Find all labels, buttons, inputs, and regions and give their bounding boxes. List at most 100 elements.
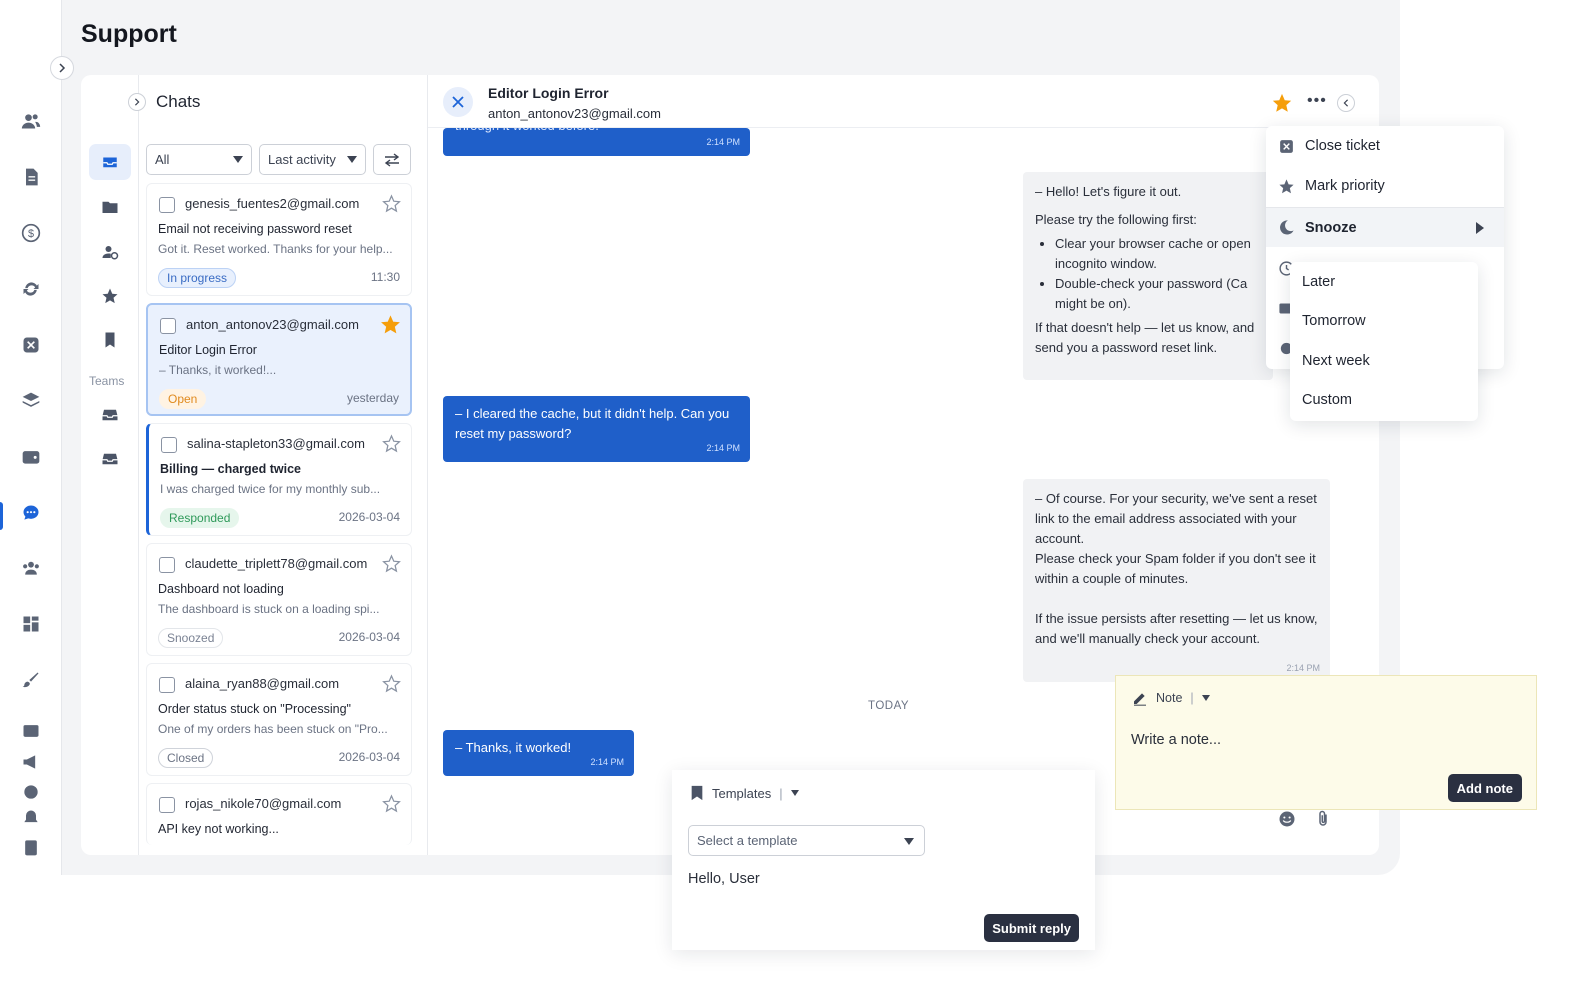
star-outline-icon[interactable] <box>382 194 401 213</box>
wallet-icon[interactable] <box>18 444 44 470</box>
menu-item-label: Snooze <box>1305 219 1357 236</box>
status-badge: In progress <box>158 268 237 288</box>
sort-filter-value: Last activity <box>268 152 336 167</box>
caret-down-icon <box>347 156 357 163</box>
chevron-right-icon <box>134 98 140 106</box>
ear-icon[interactable] <box>18 779 44 805</box>
inbox-icon[interactable] <box>89 144 131 180</box>
star-filled-icon[interactable] <box>381 315 400 334</box>
chat-list-item[interactable]: salina-stapleton33@gmail.com Billing — ch… <box>146 423 412 536</box>
status-badge: Closed <box>158 748 214 768</box>
chat-snippet: The dashboard is stuck on a loading spi.… <box>158 602 380 616</box>
snooze-tomorrow[interactable]: Tomorrow <box>1302 313 1366 329</box>
chat-subject: Dashboard not loading <box>158 582 284 596</box>
chat-list-item[interactable]: alaina_ryan88@gmail.com Order status stuc… <box>146 663 412 776</box>
composer-tools <box>1278 810 1332 828</box>
chat-email: genesis_fuentes2@gmail.com <box>185 196 360 211</box>
star-outline-icon[interactable] <box>382 794 401 813</box>
select-checkbox[interactable] <box>159 557 175 573</box>
select-checkbox[interactable] <box>160 318 176 334</box>
document-icon[interactable] <box>18 164 44 190</box>
close-square-icon <box>1280 139 1293 153</box>
star-outline-icon[interactable] <box>382 554 401 573</box>
menu-item-label: Mark priority <box>1305 178 1385 194</box>
chevron-circle <box>1337 94 1355 112</box>
snooze-next-week[interactable]: Next week <box>1302 353 1370 369</box>
team-inbox-icon[interactable] <box>89 441 131 477</box>
dollar-icon[interactable]: $ <box>18 220 44 246</box>
note-input[interactable]: Write a note... <box>1131 732 1221 748</box>
clipboard-icon[interactable] <box>18 834 44 860</box>
menu-item-close-ticket[interactable]: Close ticket <box>1266 126 1504 166</box>
submit-reply-button[interactable]: Submit reply <box>984 914 1079 942</box>
chat-list-item[interactable]: anton_antonov23@gmail.com Editor Login Er… <box>146 303 412 416</box>
reply-input[interactable]: Hello, User <box>688 871 760 887</box>
emoji-icon[interactable] <box>1278 810 1296 828</box>
assigned-user-icon[interactable] <box>89 234 131 270</box>
dashboard-icon[interactable] <box>18 611 44 637</box>
snooze-submenu: Later Tomorrow Next week Custom <box>1290 262 1478 421</box>
add-note-button[interactable]: Add note <box>1447 774 1522 802</box>
collapse-panel-button[interactable] <box>1337 94 1355 112</box>
select-checkbox[interactable] <box>159 197 175 213</box>
star-outline-icon[interactable] <box>382 434 401 453</box>
select-checkbox[interactable] <box>161 437 177 453</box>
users-icon[interactable] <box>18 108 44 134</box>
chat-list-item[interactable]: claudette_triplett78@gmail.com Dashboard … <box>146 543 412 656</box>
chat-email: rojas_nikole70@gmail.com <box>185 796 342 811</box>
chat-list-item[interactable]: genesis_fuentes2@gmail.com Email not rece… <box>146 183 412 296</box>
attachment-icon[interactable] <box>1314 810 1332 828</box>
teams-label: Teams <box>89 374 125 388</box>
note-panel: Note | Write a note... Add note <box>1115 675 1537 810</box>
template-select[interactable]: Select a template <box>688 825 925 856</box>
layers-icon[interactable] <box>18 388 44 414</box>
swap-order-button[interactable] <box>373 144 411 175</box>
menu-item-label: Close ticket <box>1305 138 1380 154</box>
chats-title: Chats <box>156 92 201 111</box>
message-time: 2:14 PM <box>706 137 740 147</box>
message-outgoing: – I cleared the cache, but it didn't hel… <box>443 396 750 462</box>
conversation-title: Editor Login Error <box>488 85 609 101</box>
bookmark-icon[interactable] <box>89 322 131 358</box>
more-options-button[interactable]: ••• <box>1307 92 1327 110</box>
team-inbox-icon[interactable] <box>89 397 131 433</box>
note-header[interactable]: Note | <box>1132 690 1210 706</box>
snooze-later[interactable]: Later <box>1302 274 1335 290</box>
chat-subject: Order status stuck on "Processing" <box>158 702 351 716</box>
close-conversation-button[interactable] <box>443 87 473 117</box>
sort-filter-select[interactable]: Last activity <box>259 144 366 175</box>
menu-item-snooze[interactable]: Snooze <box>1266 207 1504 247</box>
chat-list-item[interactable]: rojas_nikole70@gmail.com API key not work… <box>146 783 412 845</box>
snooze-custom[interactable]: Custom <box>1302 392 1352 408</box>
select-checkbox[interactable] <box>159 677 175 693</box>
folder-icon[interactable] <box>89 189 131 225</box>
star-icon[interactable] <box>89 278 131 314</box>
expand-chats-button[interactable] <box>128 93 146 111</box>
close-square-icon[interactable] <box>18 332 44 358</box>
megaphone-icon[interactable] <box>18 749 44 775</box>
status-filter-select[interactable]: All <box>146 144 252 175</box>
message-bullet: Clear your browser cache or open incogni… <box>1055 234 1261 274</box>
status-badge: Open <box>159 389 207 409</box>
bell-icon[interactable] <box>18 805 44 831</box>
expand-nav-button[interactable] <box>50 56 74 80</box>
page-title: Support <box>81 20 177 48</box>
chat-icon[interactable] <box>18 500 44 526</box>
chats-header: Chats <box>128 92 200 112</box>
team-icon[interactable] <box>18 555 44 581</box>
chat-time: 11:30 <box>370 270 400 284</box>
reply-panel: Templates | Select a template Hello, Use… <box>672 770 1095 950</box>
sync-icon[interactable] <box>18 276 44 302</box>
menu-item-mark-priority[interactable]: Mark priority <box>1266 166 1504 206</box>
star-outline-icon[interactable] <box>382 674 401 693</box>
select-checkbox[interactable] <box>159 797 175 813</box>
note-label: Note <box>1156 691 1183 705</box>
templates-header[interactable]: Templates | <box>690 785 799 801</box>
svg-text:$: $ <box>28 228 34 240</box>
star-icon <box>1279 178 1294 193</box>
status-badge: Snoozed <box>158 628 224 648</box>
brush-icon[interactable] <box>18 667 44 693</box>
date-divider: TODAY <box>868 700 910 712</box>
inbox-icon[interactable] <box>18 718 44 744</box>
star-filled-icon[interactable] <box>1271 92 1293 114</box>
